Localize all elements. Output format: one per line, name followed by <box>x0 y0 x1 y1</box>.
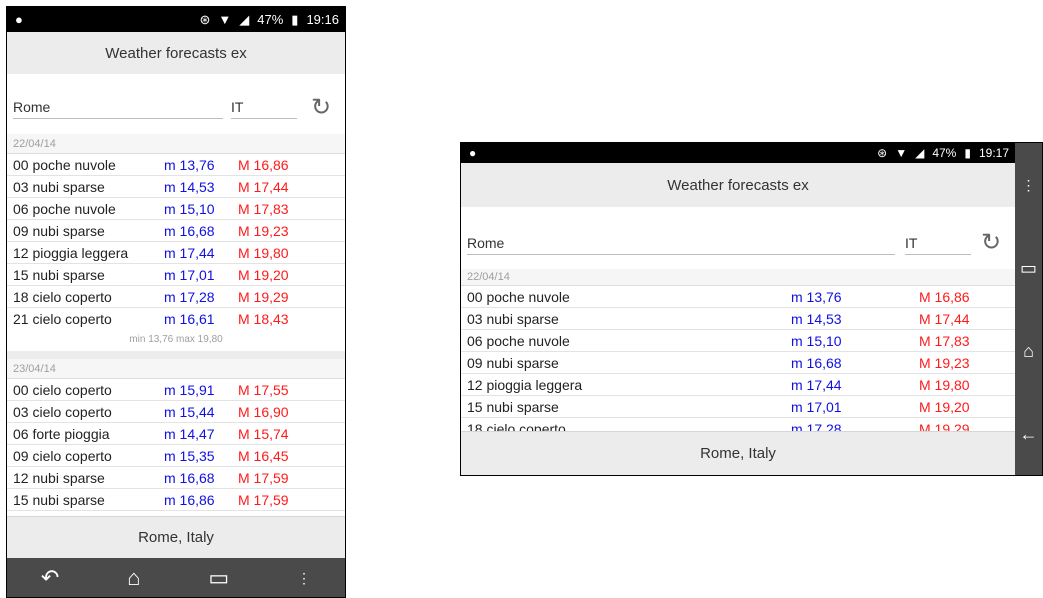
overflow-menu-icon[interactable]: ⋮ <box>297 567 311 589</box>
forecast-list[interactable]: 22/04/14 00 poche nuvole m 13,76 M 16,86 0… <box>7 134 345 516</box>
forecast-row: 06 poche nuvole m 15,10 M 17,83 <box>7 198 345 220</box>
signal-icon: ◢ <box>915 146 925 160</box>
status-bar: ● ⊛ ▼ ◢ 47% ▮ 19:16 <box>7 7 345 32</box>
date-header: 22/04/14 <box>461 269 1015 286</box>
battery-icon: ▮ <box>964 146 971 160</box>
recents-icon[interactable]: ▭ <box>1020 257 1037 279</box>
forecast-row: 09 cielo coperto m 15,35 M 16,45 <box>7 445 345 467</box>
forecast-row: 15 nubi sparse m 16,86 M 17,59 <box>7 489 345 511</box>
recents-icon[interactable]: ▭ <box>208 566 229 589</box>
country-input[interactable]: IT <box>905 235 971 255</box>
bluetooth-icon: ⊛ <box>877 146 888 160</box>
forecast-row: 18 cielo coperto m 17,28 M 19,29 <box>461 418 1015 432</box>
search-row: Rome IT ↻ <box>7 74 345 134</box>
bluetooth-icon: ⊛ <box>199 11 211 27</box>
forecast-row: 15 nubi sparse m 17,01 M 19,20 <box>7 264 345 286</box>
forecast-row: 03 nubi sparse m 14,53 M 17,44 <box>7 176 345 198</box>
search-row: Rome IT ↻ <box>461 207 1015 269</box>
wifi-icon: ▼ <box>895 146 908 160</box>
forecast-row: 12 pioggia leggera m 17,44 M 19,80 <box>461 374 1015 396</box>
clock: 19:16 <box>306 12 339 27</box>
back-icon[interactable]: ← <box>1020 423 1038 445</box>
forecast-row: 06 forte pioggia m 14,47 M 15,74 <box>7 423 345 445</box>
forecast-row: 00 poche nuvole m 13,76 M 16,86 <box>7 154 345 176</box>
app-title: Weather forecasts ex <box>667 176 809 194</box>
refresh-icon[interactable]: ↻ <box>981 231 1001 255</box>
battery-level: 47% <box>932 146 957 160</box>
forecast-row: 09 nubi sparse m 16,68 M 19,23 <box>7 220 345 242</box>
portrait-screen: ● ⊛ ▼ ◢ 47% ▮ 19:16 Weather forecasts ex… <box>6 6 346 598</box>
forecast-row: 21 cielo coperto m 16,61 M 18,43 <box>13 311 289 327</box>
app-title-bar: Weather forecasts ex <box>461 163 1015 207</box>
refresh-icon[interactable]: ↻ <box>311 96 331 120</box>
battery-icon: ▮ <box>291 11 299 27</box>
forecast-row: 09 nubi sparse m 16,68 M 19,23 <box>461 352 1015 374</box>
forecast-row: 00 cielo coperto m 15,91 M 17,55 <box>7 379 345 401</box>
status-bar: ● ⊛ ▼ ◢ 47% ▮ 19:17 <box>461 143 1015 163</box>
forecast-row: 03 nubi sparse m 14,53 M 17,44 <box>461 308 1015 330</box>
clock: 19:17 <box>978 146 1009 160</box>
forecast-row: 18 cielo coperto m 17,28 M 19,29 <box>7 286 345 308</box>
forecast-row: 12 nubi sparse m 16,68 M 17,59 <box>7 467 345 489</box>
forecast-row: 00 poche nuvole m 13,76 M 16,86 <box>461 286 1015 308</box>
navigation-bar: ↶ ⌂ ▭ ⋮ <box>7 558 345 597</box>
location-label: Rome, Italy <box>700 445 776 462</box>
signal-icon: ◢ <box>239 11 250 27</box>
battery-level: 47% <box>257 12 284 27</box>
forecast-list[interactable]: 22/04/14 00 poche nuvole m 13,76 M 16,86 0… <box>461 269 1015 431</box>
app-title-bar: Weather forecasts ex <box>7 32 345 74</box>
home-icon[interactable]: ⌂ <box>127 566 140 589</box>
country-input[interactable]: IT <box>231 99 297 119</box>
forecast-row: 06 poche nuvole m 15,10 M 17,83 <box>461 330 1015 352</box>
date-header: 23/04/14 <box>7 359 345 379</box>
location-bar: Rome, Italy <box>461 431 1015 475</box>
city-input[interactable]: Rome <box>467 235 895 255</box>
app-title: Weather forecasts ex <box>105 44 247 62</box>
city-input[interactable]: Rome <box>13 99 223 119</box>
overflow-menu-icon[interactable]: ⋮ <box>1022 174 1036 196</box>
android-icon: ● <box>469 146 477 160</box>
navigation-bar: ⋮ ▭ ⌂ ← <box>1015 143 1042 475</box>
forecast-row: 03 cielo coperto m 15,44 M 16,90 <box>7 401 345 423</box>
location-label: Rome, Italy <box>138 529 214 546</box>
day-separator <box>7 351 345 359</box>
landscape-screen: ● ⊛ ▼ ◢ 47% ▮ 19:17 Weather forecasts ex… <box>460 142 1043 476</box>
date-header: 22/04/14 <box>7 134 345 154</box>
wifi-icon: ▼ <box>218 12 232 27</box>
android-icon: ● <box>15 12 23 27</box>
day-summary: min 13,76 max 19,80 <box>129 334 223 345</box>
forecast-row: 15 nubi sparse m 17,01 M 19,20 <box>461 396 1015 418</box>
forecast-row: 12 pioggia leggera m 17,44 M 19,80 <box>7 242 345 264</box>
home-icon[interactable]: ⌂ <box>1023 340 1034 362</box>
location-bar: Rome, Italy <box>7 516 345 558</box>
back-icon[interactable]: ↶ <box>41 566 59 589</box>
